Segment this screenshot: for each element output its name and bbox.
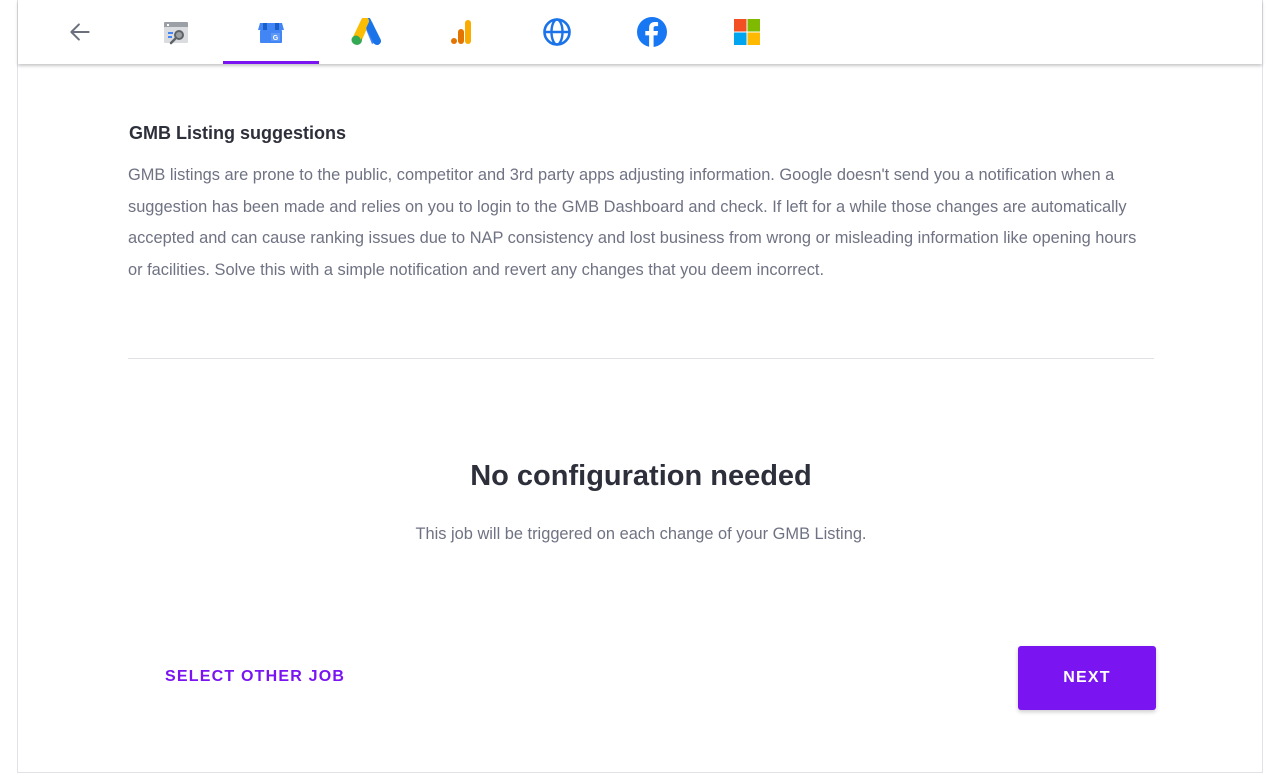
tab-google-analytics[interactable] xyxy=(414,0,510,64)
next-button[interactable]: NEXT xyxy=(1018,646,1156,710)
google-ads-icon xyxy=(351,18,381,45)
integration-tab-bar: G xyxy=(18,0,1262,64)
microsoft-icon xyxy=(734,19,760,45)
tab-search-console[interactable] xyxy=(128,0,224,64)
tab-google-my-business[interactable]: G xyxy=(223,0,319,64)
google-my-business-icon: G xyxy=(258,23,284,43)
tab-facebook[interactable] xyxy=(604,0,700,64)
job-title: GMB Listing suggestions xyxy=(129,123,347,143)
tab-google-ads[interactable] xyxy=(318,0,414,64)
back-button[interactable] xyxy=(62,14,98,50)
job-description: GMB listings are prone to the public, co… xyxy=(128,166,1137,280)
globe-icon xyxy=(543,18,571,46)
select-other-job-button[interactable]: SELECT OTHER JOB xyxy=(165,660,345,694)
tab-microsoft[interactable] xyxy=(699,0,795,64)
google-analytics-icon xyxy=(451,20,471,44)
config-heading: No configuration needed xyxy=(470,460,812,492)
divider xyxy=(128,358,1154,359)
arrow-left-icon xyxy=(70,23,90,41)
svg-text:G: G xyxy=(273,35,279,42)
tab-website[interactable] xyxy=(509,0,605,64)
search-console-icon xyxy=(164,22,188,45)
config-subtext: This job will be triggered on each chang… xyxy=(415,525,867,543)
facebook-icon xyxy=(637,17,667,47)
job-config-panel: G GMB Listing suggestions GMB listings a… xyxy=(17,0,1263,773)
